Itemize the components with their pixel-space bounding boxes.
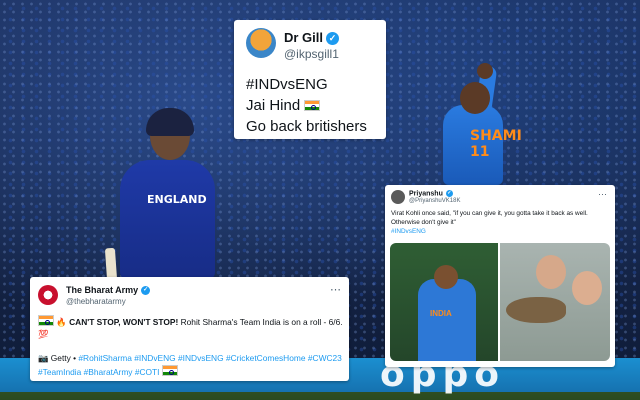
verified-icon: ✓ xyxy=(445,190,453,197)
tweet-card-gill[interactable]: Dr Gill ✓ @ikpsgill1 #INDvsENG Jai Hind G… xyxy=(234,20,386,139)
india-flag-icon xyxy=(161,365,178,376)
tweet-handle[interactable]: @thebharatarmy xyxy=(66,297,126,306)
england-player xyxy=(120,160,215,280)
hashtag-link[interactable]: #CricketComesHome xyxy=(226,353,306,363)
england-jersey-text: ENGLAND xyxy=(147,193,207,206)
tweet-text-line: Jai Hind xyxy=(246,97,321,114)
tweet-hashtags: 📷 Getty • #RohitSharma #INDvENG #INDvsEN… xyxy=(38,352,344,379)
india-flag-icon xyxy=(38,315,54,326)
camera-icon: 📷 xyxy=(38,353,49,363)
hashtag-link[interactable]: #RohitSharma xyxy=(78,353,132,363)
player-head xyxy=(434,265,458,289)
india-player-head xyxy=(460,82,490,114)
media-image-left: INDIA xyxy=(390,243,498,361)
hashtag-link[interactable]: #INDvsENG xyxy=(246,76,328,93)
hashtag-link[interactable]: #COTI xyxy=(135,367,160,377)
verified-icon: ✓ xyxy=(141,286,151,296)
india-flag-icon xyxy=(304,100,321,111)
more-icon[interactable]: ⋯ xyxy=(598,189,607,200)
tweet-author-name[interactable]: Priyanshu xyxy=(409,190,443,197)
tweet-media[interactable]: INDIA xyxy=(390,243,610,361)
india-jersey-number: 11 xyxy=(470,144,490,160)
fire-emoji: 🔥 xyxy=(56,317,67,327)
tweet-body: Rohit Sharma's Team India is on a roll -… xyxy=(180,317,343,327)
tweet-text: Virat Kohli once said, "if you can give … xyxy=(391,210,588,226)
tweet-text: 🔥 CAN'T STOP, WON'T STOP! Rohit Sharma's… xyxy=(38,315,344,340)
more-icon[interactable]: ⋯ xyxy=(330,283,341,296)
hashtag-link[interactable]: #INDvENG xyxy=(134,353,175,363)
tweet-card-bharat-army[interactable]: The Bharat Army ✓ @thebharatarmy ⋯ 🔥 CAN'… xyxy=(30,277,349,381)
duck-figure xyxy=(506,297,566,323)
india-jersey-name: SHAMI xyxy=(470,128,522,144)
tweet-handle[interactable]: @ikpsgill1 xyxy=(284,47,339,61)
india-jersey-text: SHAMI 11 xyxy=(470,128,522,160)
avatar[interactable] xyxy=(391,190,405,204)
hashtag-link[interactable]: #INDvsENG xyxy=(178,353,224,363)
tweet-author-name[interactable]: The Bharat Army xyxy=(66,285,138,295)
avatar[interactable] xyxy=(246,28,276,58)
tweet-card-priyanshu[interactable]: Priyanshu ✓ @PriyanshuVK18K ⋯ Virat Kohli… xyxy=(385,185,615,367)
tweet-text: Jai Hind xyxy=(246,97,301,114)
photo-credit: Getty • xyxy=(50,353,77,363)
hundred-emoji: 💯 xyxy=(38,329,49,339)
jersey-text: INDIA xyxy=(430,309,452,318)
hashtag-link[interactable]: #TeamIndia xyxy=(38,367,81,377)
tweet-text: Go back britishers xyxy=(246,118,367,135)
hashtag-link[interactable]: #INDvsENG xyxy=(391,228,426,235)
verified-icon: ✓ xyxy=(326,32,340,46)
tweet-author-name[interactable]: Dr Gill xyxy=(284,30,323,45)
avatar[interactable] xyxy=(38,285,58,305)
tweet-headline: CAN'T STOP, WON'T STOP! xyxy=(69,317,179,327)
hashtag-link[interactable]: #CWC23 xyxy=(308,353,342,363)
face-figure xyxy=(536,255,566,289)
media-image-right xyxy=(500,243,610,361)
india-player-fist xyxy=(477,63,493,79)
tweet-handle[interactable]: @PriyanshuVK18K xyxy=(409,198,460,204)
face-figure xyxy=(572,271,602,305)
hashtag-link[interactable]: #BharatArmy xyxy=(84,367,133,377)
player-figure xyxy=(418,279,476,361)
